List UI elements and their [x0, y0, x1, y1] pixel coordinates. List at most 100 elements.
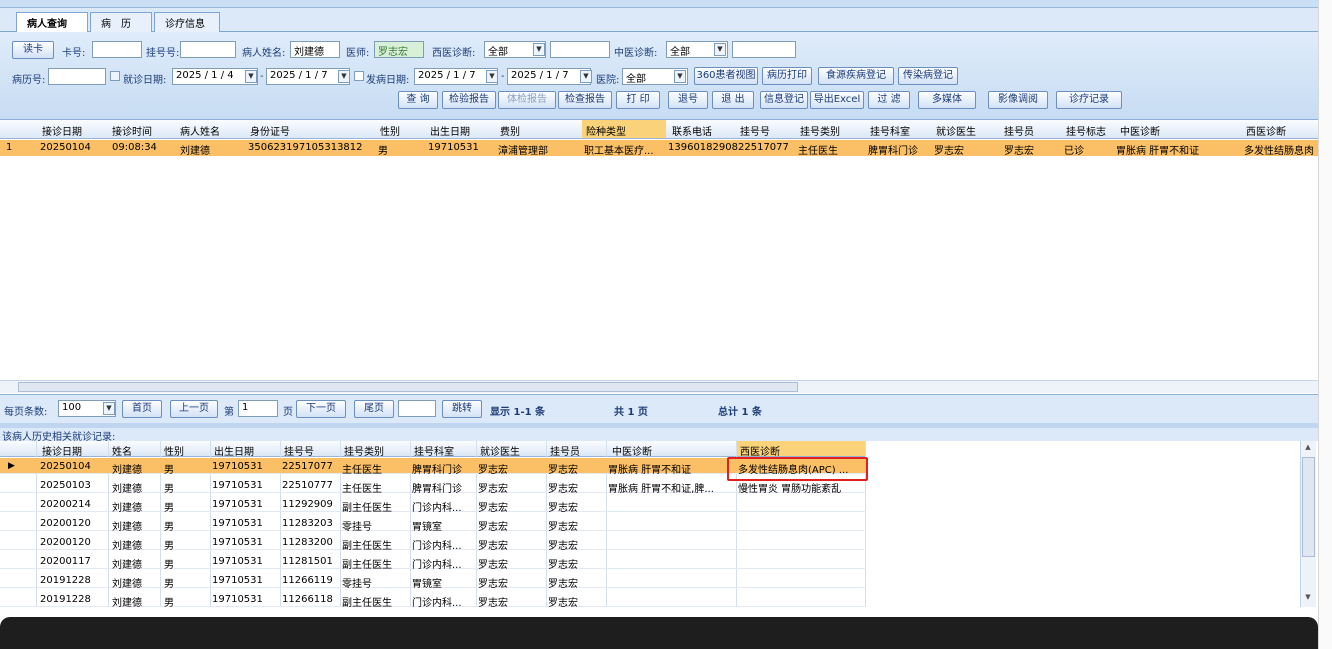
print-button[interactable]: 打 印 — [616, 91, 660, 109]
tab-treatment-info[interactable]: 诊疗信息 — [154, 12, 220, 32]
col-visit-date[interactable]: 接诊日期 — [42, 123, 82, 138]
calendar-dropdown-icon[interactable]: ▼ — [486, 70, 498, 83]
tab-medical-record[interactable]: 病 历 — [90, 12, 152, 32]
chevron-down-icon[interactable]: ▼ — [533, 43, 545, 56]
history-grid[interactable]: 接诊日期 姓名 性别 出生日期 挂号号 挂号类别 挂号科室 就诊医生 挂号员 中… — [0, 441, 1318, 609]
last-page-button[interactable]: 尾页 — [354, 400, 394, 418]
table-row[interactable]: 20191228 刘建德 男 19710531 11266119 零挂号 胃镜室 罗志宏 罗志宏 — [0, 572, 866, 590]
date-dash: - — [501, 71, 505, 82]
record-print-button[interactable]: 病历打印 — [762, 67, 812, 85]
col-reg-type[interactable]: 挂号类别 — [344, 443, 384, 458]
col-west-diag[interactable]: 西医诊断 — [740, 443, 780, 458]
table-row[interactable]: 20200120 刘建德 男 19710531 11283200 副主任医生 门诊内科...… — [0, 534, 866, 552]
multimedia-button[interactable]: 多媒体 — [918, 91, 976, 109]
patient-360-view-button[interactable]: 360患者视图 — [694, 67, 758, 85]
horizontal-scrollbar[interactable] — [0, 380, 1318, 393]
jump-input[interactable] — [398, 400, 436, 417]
table-row[interactable]: 20200117 刘建德 男 19710531 11281501 副主任医生 门诊内科...… — [0, 553, 866, 571]
cell-name: 刘建德 — [112, 541, 142, 552]
col-visit-date[interactable]: 接诊日期 — [42, 443, 82, 458]
col-fee-type[interactable]: 费别 — [500, 123, 520, 138]
table-row[interactable]: 20200120 刘建德 男 19710531 11283203 零挂号 胃镜室 罗志宏 罗志宏 — [0, 515, 866, 533]
col-gender[interactable]: 性别 — [380, 123, 400, 138]
lab-report-button[interactable]: 检验报告 — [442, 91, 496, 109]
query-button[interactable]: 查 询 — [398, 91, 438, 109]
col-id-no[interactable]: 身份证号 — [250, 123, 290, 138]
onset-date-checkbox[interactable] — [354, 71, 364, 81]
col-reg-no[interactable]: 挂号号 — [284, 443, 314, 458]
col-tcm-diag[interactable]: 中医诊断 — [612, 443, 652, 458]
cell-reg-dept: 门诊内科... — [412, 503, 462, 514]
treatment-record-button[interactable]: 诊疗记录 — [1056, 91, 1122, 109]
cell-name: 刘建德 — [112, 598, 142, 609]
onset-date-to[interactable]: 2025 / 1 / 7 — [507, 68, 591, 85]
chevron-down-icon[interactable]: ▼ — [714, 43, 726, 56]
table-row[interactable]: 20200214 刘建德 男 19710531 11292909 副主任医生 门诊内科...… — [0, 496, 866, 514]
patient-name-input[interactable]: 刘建德 — [290, 41, 340, 58]
read-card-button[interactable]: 读卡 — [12, 41, 54, 59]
exam-report-button[interactable]: 检查报告 — [558, 91, 612, 109]
info-register-button[interactable]: 信息登记 — [760, 91, 808, 109]
calendar-dropdown-icon[interactable]: ▼ — [338, 70, 350, 83]
scroll-down-icon[interactable]: ▼ — [1303, 593, 1313, 601]
table-row[interactable]: 20191228 刘建德 男 19710531 11266118 副主任医生 门诊内科...… — [0, 591, 866, 609]
col-reg-flag[interactable]: 挂号标志 — [1066, 123, 1106, 138]
reg-no-input[interactable] — [180, 41, 236, 58]
vertical-scrollbar[interactable]: ▲ ▼ — [1300, 441, 1316, 607]
card-no-label: 卡号: — [62, 48, 86, 59]
col-insurance-type[interactable]: 险种类型 — [586, 123, 626, 138]
export-excel-button[interactable]: 导出Excel — [810, 91, 864, 109]
foodborne-register-button[interactable]: 食源疾病登记 — [818, 67, 894, 85]
col-reg-no[interactable]: 挂号号 — [740, 123, 770, 138]
scroll-up-icon[interactable]: ▲ — [1303, 443, 1313, 451]
scroll-thumb[interactable] — [1302, 457, 1315, 557]
tcm-diag-text[interactable] — [732, 41, 796, 58]
col-doctor[interactable]: 就诊医生 — [936, 123, 976, 138]
col-doctor[interactable]: 就诊医生 — [480, 443, 520, 458]
scroll-thumb[interactable] — [18, 382, 798, 392]
tab-patient-query[interactable]: 病人查询 — [16, 12, 88, 33]
cell-gender: 男 — [164, 598, 174, 609]
col-birth-date[interactable]: 出生日期 — [430, 123, 470, 138]
physical-report-button[interactable]: 体检报告 — [498, 91, 556, 109]
col-registrar[interactable]: 挂号员 — [550, 443, 580, 458]
chevron-down-icon[interactable]: ▼ — [103, 402, 115, 415]
west-diag-text[interactable] — [550, 41, 610, 58]
col-reg-type[interactable]: 挂号类别 — [800, 123, 840, 138]
col-registrar[interactable]: 挂号员 — [1004, 123, 1034, 138]
doctor-input[interactable]: 罗志宏 — [374, 41, 424, 58]
record-no-input[interactable] — [48, 68, 106, 85]
filter-button[interactable]: 过 滤 — [868, 91, 910, 109]
card-no-input[interactable] — [92, 41, 142, 58]
cell-name: 刘建德 — [112, 503, 142, 514]
page-input[interactable]: 1 — [238, 400, 278, 417]
next-page-button[interactable]: 下一页 — [296, 400, 346, 418]
calendar-dropdown-icon[interactable]: ▼ — [580, 70, 592, 83]
col-phone[interactable]: 联系电话 — [672, 123, 712, 138]
col-birth-date[interactable]: 出生日期 — [214, 443, 254, 458]
table-row[interactable]: 1 20250104 09:08:34 刘建德 3506231971053138… — [0, 140, 1318, 157]
cancel-reg-button[interactable]: 退号 — [668, 91, 708, 109]
col-name[interactable]: 姓名 — [112, 443, 132, 458]
col-patient-name[interactable]: 病人姓名 — [180, 123, 220, 138]
col-visit-time[interactable]: 接诊时间 — [112, 123, 152, 138]
jump-button[interactable]: 跳转 — [442, 400, 482, 418]
image-view-button[interactable]: 影像调阅 — [988, 91, 1048, 109]
col-reg-dept[interactable]: 挂号科室 — [414, 443, 454, 458]
cell-visit-date: 20250104 — [40, 142, 91, 153]
patient-query-grid[interactable]: 接诊日期 接诊时间 病人姓名 身份证号 性别 出生日期 费别 险种类型 联系电话… — [0, 120, 1318, 395]
col-tcm-diag[interactable]: 中医诊断 — [1120, 123, 1160, 138]
cell-reg-type: 副主任医生 — [342, 541, 392, 552]
cell-reg-dept: 脾胃科门诊 — [412, 465, 462, 476]
infectious-register-button[interactable]: 传染病登记 — [898, 67, 958, 85]
col-west-diag[interactable]: 西医诊断 — [1246, 123, 1286, 138]
col-gender[interactable]: 性别 — [164, 443, 184, 458]
prev-page-button[interactable]: 上一页 — [170, 400, 218, 418]
col-reg-dept[interactable]: 挂号科室 — [870, 123, 910, 138]
visit-date-checkbox[interactable] — [110, 71, 120, 81]
calendar-dropdown-icon[interactable]: ▼ — [245, 70, 257, 83]
exit-button[interactable]: 退 出 — [712, 91, 754, 109]
chevron-down-icon[interactable]: ▼ — [674, 70, 686, 83]
floating-toolbar — [0, 617, 1318, 649]
first-page-button[interactable]: 首页 — [122, 400, 162, 418]
